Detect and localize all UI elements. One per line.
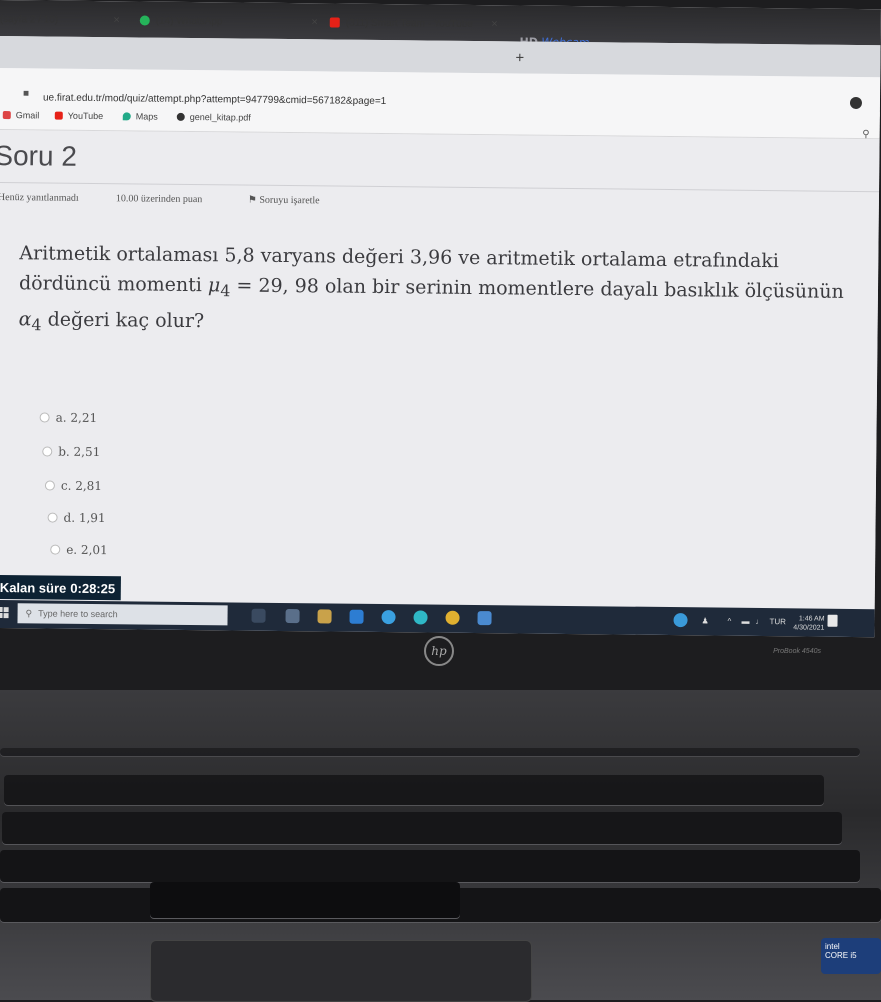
clock-time: 1:46 AM xyxy=(798,615,825,623)
timer-label: Kalan süre xyxy=(0,579,67,596)
time-remaining-badge: Kalan süre 0:28:25 xyxy=(0,574,122,601)
taskbar-search[interactable]: ⚲ Type here to search xyxy=(17,603,228,626)
question-text-3: değeri kaç olur? xyxy=(47,308,205,332)
timer-value: 0:28:25 xyxy=(70,580,116,596)
bookmark-pdf[interactable]: genel_kitap.pdf xyxy=(176,111,251,123)
app-icon[interactable] xyxy=(285,609,300,624)
network-icon[interactable]: ▬ xyxy=(741,617,749,626)
radio-button[interactable] xyxy=(47,512,58,523)
bookmark-maps[interactable]: Maps xyxy=(122,111,158,122)
function-key-row xyxy=(0,748,860,756)
close-icon[interactable]: × xyxy=(311,16,318,28)
laptop-screen: HD Webcam (sayfa 2 / 10) × (14) WhatsApp… xyxy=(0,0,881,638)
clock-date: 4/30/2021 xyxy=(793,624,825,632)
chevron-up-icon[interactable]: ^ xyxy=(727,617,731,626)
letter-key-row xyxy=(2,812,842,844)
answer-option-label: d. 1,91 xyxy=(63,510,106,526)
answer-option-label: e. 2,01 xyxy=(66,542,108,558)
tab-quiz-label: (sayfa 2 / 10) xyxy=(0,13,59,26)
question-status: Henüz yanıtlanmadı xyxy=(0,191,79,204)
spacebar-key xyxy=(150,882,460,918)
keyboard-language[interactable]: TUR xyxy=(769,617,786,626)
app-icon[interactable] xyxy=(477,611,492,626)
answer-option-label: a. 2,21 xyxy=(55,410,98,426)
answer-option-label: c. 2,81 xyxy=(60,478,103,494)
radio-button[interactable] xyxy=(39,412,50,423)
store-icon[interactable] xyxy=(349,609,364,624)
model-label: ProBook 4540s xyxy=(773,648,821,655)
answer-option[interactable]: d. 1,91 xyxy=(47,510,106,526)
flag-question-link[interactable]: ⚑ Soruyu işaretle xyxy=(248,195,320,207)
hp-logo: hp xyxy=(424,636,454,666)
tab-quiz[interactable]: (sayfa 2 / 10) × xyxy=(0,8,120,31)
radio-button[interactable] xyxy=(50,544,61,555)
close-icon[interactable]: × xyxy=(491,18,498,30)
extension-icon[interactable] xyxy=(849,96,863,110)
edge-icon[interactable] xyxy=(413,610,428,625)
touchpad xyxy=(150,940,532,1002)
bookmark-pdf-label: genel_kitap.pdf xyxy=(189,111,251,123)
intel-sticker-brand: intel xyxy=(825,942,840,951)
whatsapp-icon xyxy=(139,15,150,26)
tab-youtube[interactable]: (311) Smart Team - YouTube × xyxy=(329,11,498,35)
task-view-icon[interactable] xyxy=(251,608,266,623)
intel-sticker-model: CORE i5 xyxy=(825,951,857,960)
bookmark-maps-label: Maps xyxy=(135,111,158,122)
lock-icon: ■ xyxy=(22,88,30,100)
alpha-symbol: α xyxy=(18,308,32,331)
flag-icon: ⚑ xyxy=(247,194,257,206)
tab-whatsapp-label: (14) WhatsApp xyxy=(155,15,223,27)
search-icon: ⚲ xyxy=(25,607,33,618)
file-explorer-icon[interactable] xyxy=(317,609,332,624)
people-icon[interactable]: ♟ xyxy=(701,616,708,625)
answer-option-label: b. 2,51 xyxy=(58,444,101,460)
question-text-2: olan bir serinin momentlere dayalı basık… xyxy=(324,275,844,303)
answer-option[interactable]: a. 2,21 xyxy=(39,410,98,426)
tray-app-icon[interactable] xyxy=(673,613,688,628)
bookmark-youtube[interactable]: YouTube xyxy=(54,110,104,122)
youtube-icon xyxy=(54,111,63,120)
ie-icon[interactable] xyxy=(381,610,396,625)
tab-youtube-label: (311) Smart Team - YouTube xyxy=(345,17,473,30)
gmail-icon xyxy=(2,111,11,120)
close-icon[interactable]: × xyxy=(113,14,120,26)
radio-button[interactable] xyxy=(44,480,55,491)
windows-start-icon[interactable] xyxy=(0,607,10,619)
chrome-icon[interactable] xyxy=(445,610,460,625)
taskbar-search-placeholder: Type here to search xyxy=(38,608,118,620)
volume-icon[interactable]: ♩ xyxy=(755,617,763,626)
answer-option[interactable]: c. 2,81 xyxy=(44,478,103,494)
bookmark-gmail-label: Gmail xyxy=(15,110,40,121)
answer-option[interactable]: b. 2,51 xyxy=(42,444,100,459)
radio-button[interactable] xyxy=(42,446,53,457)
bookmark-youtube-label: YouTube xyxy=(67,110,104,122)
home-key-row xyxy=(0,850,860,882)
notifications-icon[interactable] xyxy=(827,614,838,627)
maps-icon xyxy=(122,112,131,121)
question-points: 10.00 üzerinden puan xyxy=(115,193,203,206)
intel-sticker: intel CORE i5 xyxy=(821,938,881,974)
question-text: Aritmetik ortalaması 5,8 varyans değeri … xyxy=(18,238,849,348)
youtube-icon xyxy=(329,17,340,28)
bookmark-gmail[interactable]: Gmail xyxy=(2,110,40,121)
answer-option[interactable]: e. 2,01 xyxy=(50,542,108,558)
flag-question-label: Soruyu işaretle xyxy=(259,194,320,207)
mu-subscript: 4 xyxy=(220,281,231,301)
taskbar-clock[interactable]: 1:46 AM 4/30/2021 xyxy=(793,614,824,632)
moment-value: = 29, 98 xyxy=(236,274,319,298)
new-tab-button[interactable]: + xyxy=(515,49,524,66)
question-title: Soru 2 xyxy=(0,139,78,172)
number-key-row xyxy=(4,775,824,805)
alpha-subscript: 4 xyxy=(31,314,42,335)
mu-symbol: μ xyxy=(207,274,221,297)
tab-whatsapp[interactable]: (14) WhatsApp × xyxy=(139,9,318,33)
globe-icon xyxy=(176,112,185,121)
